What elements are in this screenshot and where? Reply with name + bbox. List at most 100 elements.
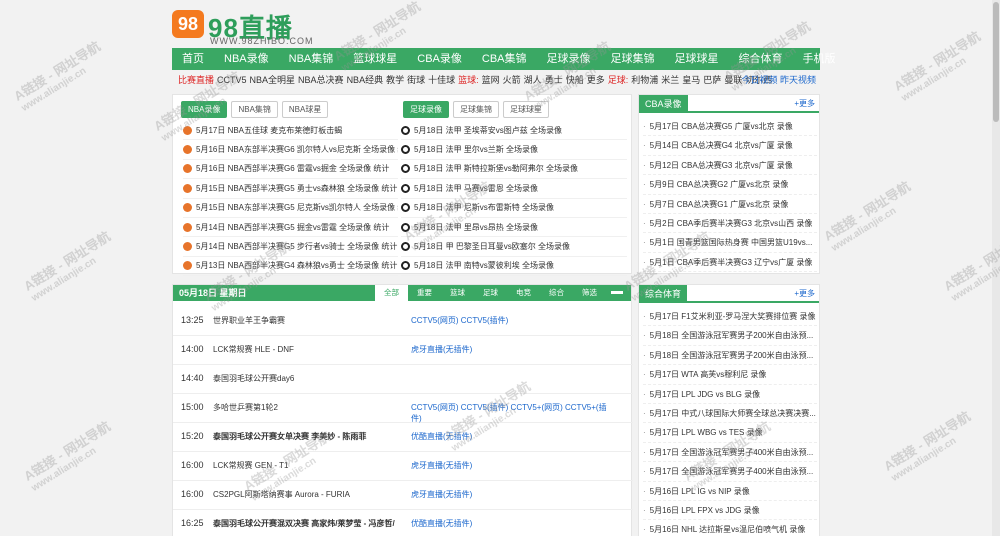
subnav-link[interactable]: NBA经典	[347, 75, 384, 85]
nav-item[interactable]: CBA集锦	[472, 48, 537, 70]
nav-item[interactable]: 足球集锦	[601, 48, 665, 70]
subnav-link[interactable]: 火箭	[503, 75, 521, 85]
channel-links[interactable]: 虎牙直播(无插件)	[411, 489, 611, 500]
channel-links[interactable]: 优酷直播(无插件)	[411, 518, 611, 529]
tab-nba[interactable]: NBA集锦	[231, 101, 278, 118]
channel-links[interactable]: CCTV5(网页) CCTV5(插件) CCTV5+(网页) CCTV5+(插件…	[411, 402, 611, 424]
cba-more-link[interactable]: +更多	[794, 95, 815, 113]
schedule-tab[interactable]: 篮球	[441, 285, 474, 301]
list-item[interactable]: 5月1日 国青男篮国际热身赛 中国男篮U19vs...	[643, 233, 817, 253]
list-item[interactable]: 5月17日 WTA 高芙vs穆利尼 录像	[643, 365, 817, 385]
list-item[interactable]: 5月14日 NBA西部半决赛G5 步行者vs骑士 全场录像 统计	[183, 237, 398, 257]
subnav-link[interactable]: 皇马	[682, 75, 700, 85]
tab-football[interactable]: 足球集锦	[453, 101, 499, 118]
list-item[interactable]: 5月17日 中式八球国际大师赛全球总决赛决赛...	[643, 404, 817, 424]
channel-links[interactable]: CCTV5(网页) CCTV5(插件)	[411, 315, 611, 326]
list-item[interactable]: 5月17日 NBA五佳球 麦克布莱德盯板击蝎	[183, 121, 398, 141]
nav-item[interactable]: 手机版	[793, 48, 846, 70]
schedule-tab[interactable]: 重要	[408, 285, 441, 301]
schedule-tab[interactable]: 综合	[540, 285, 573, 301]
subnav-link[interactable]: 曼联	[724, 75, 742, 85]
subnav-link[interactable]: 勇士	[545, 75, 563, 85]
video-links[interactable]: 今日视频 昨天视频	[741, 73, 816, 87]
subnav-link[interactable]: 教学	[386, 75, 404, 85]
nav-item[interactable]: 篮球球星	[343, 48, 407, 70]
nav-item[interactable]: NBA集锦	[279, 48, 344, 70]
subnav-link[interactable]: 利物浦	[631, 75, 658, 85]
list-item[interactable]: 5月18日 全国游泳冠军赛男子200米自由泳预...	[643, 326, 817, 346]
nav-item[interactable]: 足球球星	[665, 48, 729, 70]
watermark-text: A链接 - 网址导航	[821, 178, 914, 244]
subnav-link[interactable]: 街球	[407, 75, 425, 85]
list-item[interactable]: 5月17日 F1艾米利亚-罗马涅大奖赛排位赛 录像	[643, 307, 817, 327]
subnav-link[interactable]: 比赛直播	[178, 75, 214, 85]
watermark: A链接 - 网址导航 www.alianjie.cn	[940, 226, 1000, 304]
nav-item[interactable]: NBA录像	[214, 48, 279, 70]
list-item[interactable]: 5月12日 CBA总决赛G3 北京vs广厦 录像	[643, 156, 817, 176]
list-item[interactable]: 5月1日 CBA季后赛半决赛G3 辽宁vs广厦 录像	[643, 253, 817, 273]
subnav-link[interactable]: CCTV5	[217, 75, 247, 85]
list-item[interactable]: 5月16日 LPL FPX vs JDG 录像	[643, 501, 817, 521]
list-item[interactable]: 5月7日 CBA总决赛G1 广厦vs北京 录像	[643, 195, 817, 214]
football-icon	[401, 203, 410, 213]
subnav-link[interactable]: 篮网	[482, 75, 500, 85]
tab-nba[interactable]: NBA录像	[181, 101, 228, 118]
scroll-thumb[interactable]	[993, 2, 999, 122]
page-scrollbar[interactable]	[992, 0, 1000, 536]
subnav-link[interactable]: 更多	[587, 75, 605, 85]
list-item[interactable]: 5月18日 法甲 马赛vs雷恩 全场录像	[401, 179, 627, 199]
collapse-icon[interactable]	[611, 291, 623, 294]
channel-links[interactable]: 虎牙直播(无插件)	[411, 460, 611, 471]
list-item[interactable]: 5月17日 全国游泳冠军赛男子400米自由泳预...	[643, 443, 817, 463]
list-item[interactable]: 5月17日 CBA总决赛G5 广厦vs北京 录像	[643, 117, 817, 137]
list-item[interactable]: 5月18日 甲 巴黎圣日耳曼vs欧塞尔 全场录像	[401, 237, 627, 257]
subnav-link[interactable]: 篮球:	[458, 75, 479, 85]
tab-nba[interactable]: NBA球星	[281, 101, 329, 118]
channel-links[interactable]: 优酷直播(无插件)	[411, 431, 611, 442]
nav-item[interactable]: CBA录像	[407, 48, 472, 70]
nav-item[interactable]: 足球录像	[537, 48, 601, 70]
sports-more-link[interactable]: +更多	[794, 285, 815, 303]
list-item[interactable]: 5月18日 法甲 斯特拉斯堡vs勒阿弗尔 全场录像	[401, 160, 627, 180]
nav-item[interactable]: 首页	[172, 48, 214, 70]
site-logo[interactable]: 98 98直播 WWW.98ZHIBO.COM	[172, 6, 432, 46]
subnav-link[interactable]: NBA全明星	[250, 75, 296, 85]
list-item[interactable]: 5月15日 NBA西部半决赛G5 勇士vs森林狼 全场录像 统计	[183, 179, 398, 199]
schedule-tab[interactable]: 筛选	[573, 285, 606, 301]
schedule-tab[interactable]: 足球	[474, 285, 507, 301]
subnav-link[interactable]: 快船	[566, 75, 584, 85]
list-item[interactable]: 5月18日 法甲 尼斯vs布雷斯特 全场录像	[401, 199, 627, 218]
list-item[interactable]: 5月17日 LPL JDG vs BLG 录像	[643, 385, 817, 404]
list-item[interactable]: 5月18日 法甲 南特vs蒙彼利埃 全场录像	[401, 257, 627, 277]
list-item[interactable]: 5月14日 NBA西部半决赛G5 掘金vs雷霆 全场录像 统计	[183, 218, 398, 238]
list-item[interactable]: 5月16日 LPL IG vs NIP 录像	[643, 482, 817, 501]
list-item[interactable]: 5月18日 法甲 圣埃蒂安vs图卢兹 全场录像	[401, 121, 627, 141]
subnav-link[interactable]: 米兰	[661, 75, 679, 85]
list-item[interactable]: 5月16日 NBA西部半决赛G6 雷霆vs掘金 全场录像 统计	[183, 160, 398, 180]
schedule-tab[interactable]: 全部	[375, 285, 408, 301]
subnav-link[interactable]: 湖人	[524, 75, 542, 85]
list-item[interactable]: 5月9日 CBA总决赛G2 广厦vs北京 录像	[643, 175, 817, 195]
channel-links[interactable]: 虎牙直播(无插件)	[411, 344, 611, 355]
list-item[interactable]: 5月18日 全国游泳冠军赛男子200米自由泳预...	[643, 346, 817, 366]
list-item[interactable]: 5月17日 LPL WBG vs TES 录像	[643, 423, 817, 443]
list-item[interactable]: 5月14日 CBA总决赛G4 北京vs广厦 录像	[643, 136, 817, 156]
list-item[interactable]: 5月16日 NBA东部半决赛G6 凯尔特人vs尼克斯 全场录像 统计	[183, 140, 398, 160]
tab-football[interactable]: 足球录像	[403, 101, 449, 118]
subnav-link[interactable]: NBA总决赛	[298, 75, 344, 85]
list-item[interactable]: 5月15日 NBA东部半决赛G5 尼克斯vs凯尔特人 全场录像 统计	[183, 199, 398, 218]
list-item[interactable]: 5月18日 法甲 里尔vs兰斯 全场录像	[401, 140, 627, 160]
list-item[interactable]: 5月2日 CBA季后赛半决赛G3 北京vs山西 录像	[643, 214, 817, 234]
list-item[interactable]: 5月17日 全国游泳冠军赛男子400米自由泳预...	[643, 462, 817, 482]
list-item[interactable]: 5月13日 NBA西部半决赛G4 森林狼vs勇士 全场录像 统计	[183, 257, 398, 277]
subnav-link[interactable]: 足球:	[608, 75, 629, 85]
tab-football[interactable]: 足球球星	[503, 101, 549, 118]
list-item[interactable]: 5月18日 法甲 里昂vs昂热 全场录像	[401, 218, 627, 238]
cba-panel: CBA录像 +更多 5月17日 CBA总决赛G5 广厦vs北京 录像5月14日 …	[638, 94, 820, 274]
list-item[interactable]: 5月16日 NHL 达拉斯星vs温尼伯喷气机 录像	[643, 520, 817, 536]
subnav-link[interactable]: 十佳球	[428, 75, 455, 85]
match-time: 14:40	[181, 373, 204, 383]
nav-item[interactable]: 综合体育	[729, 48, 793, 70]
schedule-tab[interactable]: 电竞	[507, 285, 540, 301]
subnav-link[interactable]: 巴萨	[703, 75, 721, 85]
